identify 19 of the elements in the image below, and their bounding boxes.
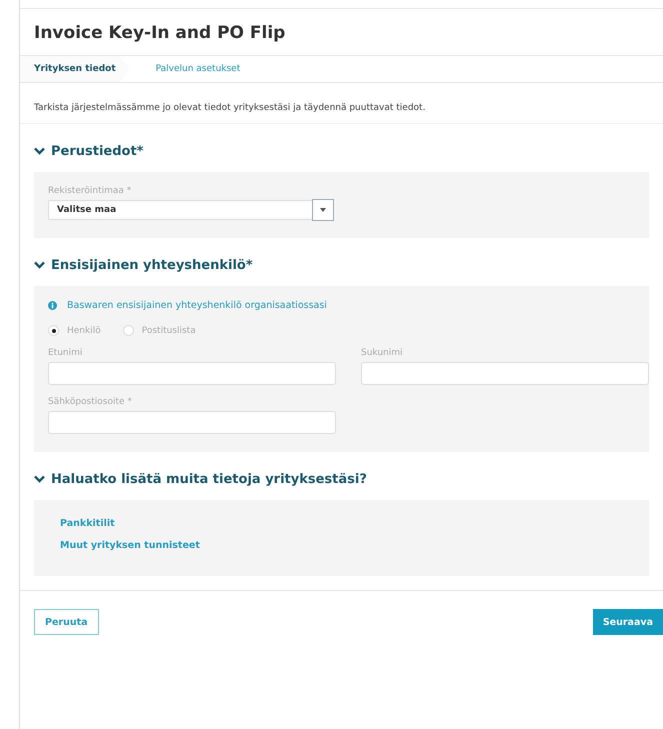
- country-dropdown[interactable]: Valitse maa: [48, 200, 334, 220]
- info-text: Baswaren ensisijainen yhteyshenkilö organisaatiossasi: [67, 300, 327, 311]
- page-title: Invoice Key-In and PO Flip: [33, 22, 286, 45]
- field-label: Sukunimi: [361, 348, 404, 358]
- link[interactable]: Pankkitilit: [60, 518, 115, 529]
- field-label: Rekisteröintimaa *: [48, 186, 132, 196]
- radio-option[interactable]: Henkilö: [48, 325, 101, 336]
- field-label: Sähköpostiosoite *: [48, 397, 133, 407]
- field-label: Etunimi: [48, 348, 84, 358]
- next-button[interactable]: Seuraava: [592, 609, 663, 635]
- step-tab[interactable]: Palvelun asetukset: [142, 56, 254, 82]
- intro-text: Tarkista järjestelmässämme jo olevat tiedot yrityksestäsi ja täydennä puuttavat tiedot.: [20, 83, 663, 124]
- section-header[interactable]: Perustiedot*: [34, 138, 144, 164]
- section-header[interactable]: Haluatko lisätä muita tietoja yrityksestäsi?: [34, 466, 367, 492]
- step-tab[interactable]: Yrityksen tiedot: [20, 56, 130, 82]
- link[interactable]: Muut yrityksen tunnisteet: [60, 540, 200, 551]
- cancel-button[interactable]: Peruuta: [34, 609, 99, 635]
- section-header[interactable]: Ensisijainen yhteyshenkilö*: [34, 252, 253, 278]
- radio-option[interactable]: Postituslista: [122, 325, 196, 336]
